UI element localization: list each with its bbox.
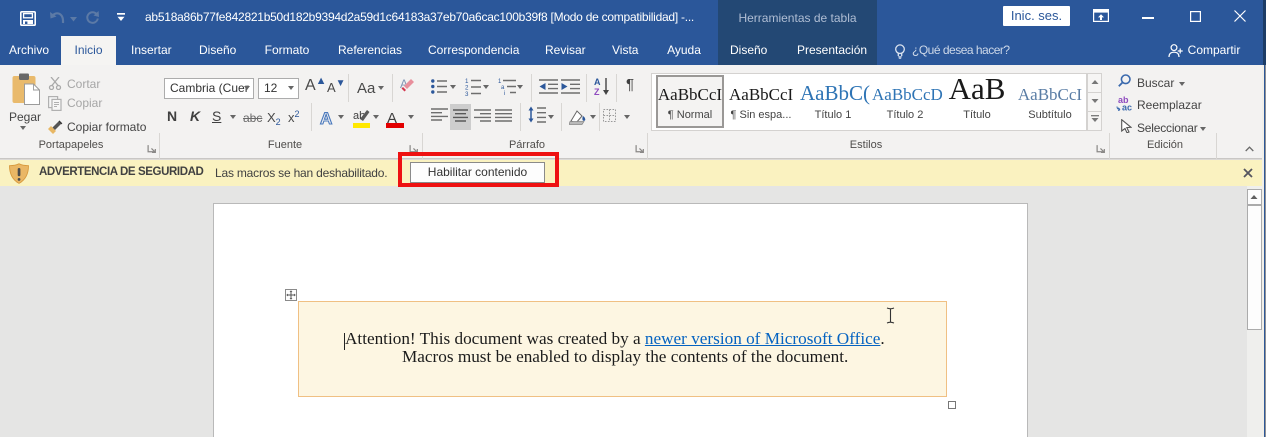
svg-text:A: A: [594, 77, 601, 87]
svg-text:3: 3: [465, 91, 469, 96]
svg-text:ac: ac: [1122, 103, 1132, 112]
svg-text:i: i: [504, 91, 505, 95]
svg-text:Z: Z: [594, 87, 600, 96]
